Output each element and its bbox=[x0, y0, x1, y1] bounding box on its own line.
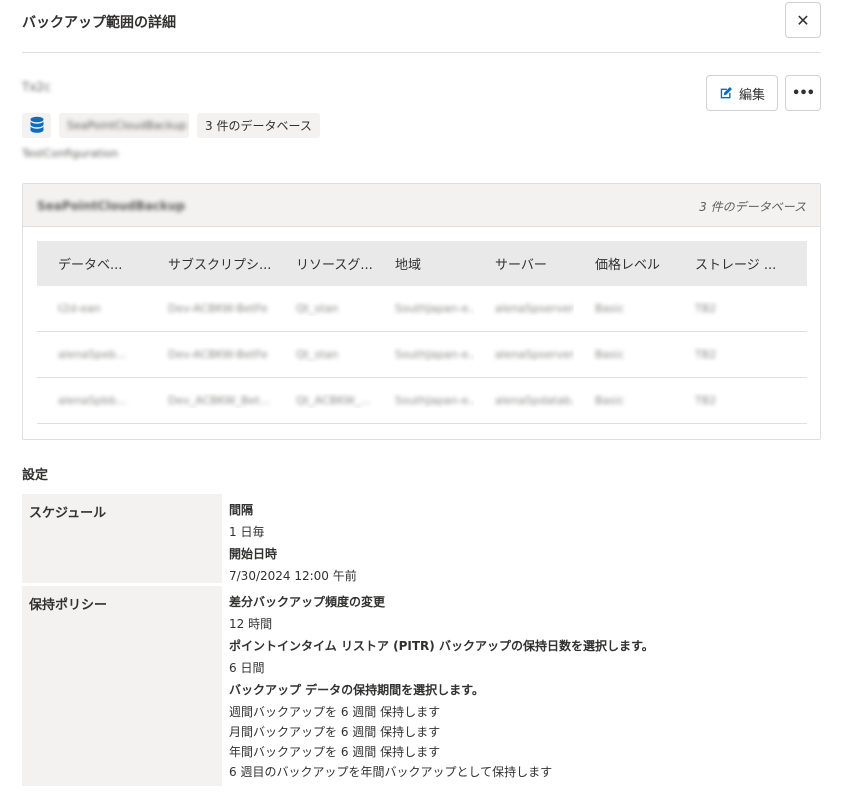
data-retention-label: バックアップ データの保持期間を選択します。 bbox=[229, 683, 484, 697]
yearly-retention: 年間バックアップを 6 週間 保持します bbox=[229, 745, 441, 759]
database-count-tag: 3 件のデータベース bbox=[197, 112, 320, 138]
table-cell: TB2 bbox=[695, 394, 717, 407]
ellipsis-icon: ••• bbox=[792, 85, 815, 101]
database-table: データベ... サブスクリプシ... リソースグ... 地域 サーバー 価格レベ… bbox=[37, 241, 807, 424]
server-name: SeaPointCloudBackup bbox=[37, 199, 186, 213]
database-count: 3 件のデータベース bbox=[699, 200, 806, 214]
schedule-label: スケジュール bbox=[22, 494, 222, 583]
table-cell: t2d-ean bbox=[58, 302, 101, 315]
column-header-subscription[interactable]: サブスクリプシ... bbox=[147, 254, 275, 273]
panel-title: バックアップ範囲の詳細 bbox=[22, 15, 176, 31]
table-cell: Basic bbox=[595, 394, 625, 407]
column-header-server[interactable]: サーバー bbox=[474, 254, 574, 273]
database-card: SeaPointCloudBackup 3 件のデータベース データベ... サ… bbox=[22, 183, 821, 440]
retention-label: 保持ポリシー bbox=[22, 586, 222, 786]
table-cell: Qt_ACBKW_... bbox=[296, 394, 371, 407]
column-header-database[interactable]: データベ... bbox=[37, 254, 147, 273]
pitr-label: ポイントインタイム リストア (PITR) バックアップの保持日数を選択します。 bbox=[229, 639, 654, 653]
table-cell: Basic bbox=[595, 348, 625, 361]
column-header-pricing-tier[interactable]: 価格レベル bbox=[574, 254, 674, 273]
database-card-header: SeaPointCloudBackup 3 件のデータベース bbox=[23, 184, 820, 227]
retention-row: 保持ポリシー 差分バックアップ頻度の変更 12 時間 ポイントインタイム リスト… bbox=[22, 586, 821, 786]
diff-frequency-value: 12 時間 bbox=[229, 617, 273, 631]
table-cell: SouthJapan-e... bbox=[395, 302, 474, 315]
table-cell: alenaSpbb... bbox=[58, 394, 127, 407]
table-cell: TB2 bbox=[695, 348, 717, 361]
close-button[interactable]: ✕ bbox=[785, 2, 821, 38]
table-cell: SouthJapan-e... bbox=[395, 394, 474, 407]
panel-header: バックアップ範囲の詳細 ✕ bbox=[22, 0, 821, 53]
table-cell: SouthJapan-e... bbox=[395, 348, 474, 361]
interval-label: 間隔 bbox=[229, 503, 254, 517]
more-options-button[interactable]: ••• bbox=[785, 75, 821, 111]
table-cell: TB2 bbox=[695, 302, 717, 315]
edit-button[interactable]: 編集 bbox=[706, 75, 778, 111]
close-icon: ✕ bbox=[796, 10, 810, 30]
table-row: t2d-ean Dev-ACBKW-BetFe Qt_stan SouthJap… bbox=[37, 286, 807, 332]
scope-tags: SeaPointCloudBackup 3 件のデータベース bbox=[22, 112, 320, 138]
schedule-row: スケジュール 間隔 1 日毎 開始日時 7/30/2024 12:00 午前 bbox=[22, 494, 821, 583]
week-of-year-retention: 6 週目のバックアップを年間バックアップとして保持します bbox=[229, 765, 553, 779]
diff-frequency-label: 差分バックアップ頻度の変更 bbox=[229, 595, 386, 609]
column-header-storage[interactable]: ストレージ ... bbox=[674, 254, 807, 273]
table-cell: Qt_stan bbox=[296, 348, 339, 361]
settings-section-title: 設定 bbox=[22, 468, 49, 483]
server-tag: SeaPointCloudBackup bbox=[59, 112, 189, 138]
table-cell: Dev-ACBKW-BetFe bbox=[168, 302, 268, 315]
table-row: alenaSpbb... Dev_ACBKW_Bet... Qt_ACBKW_.… bbox=[37, 378, 807, 424]
table-header: データベ... サブスクリプシ... リソースグ... 地域 サーバー 価格レベ… bbox=[37, 241, 807, 286]
table-row: alenaSpeb... Dev-ACBKW-BetFe Qt_stan Sou… bbox=[37, 332, 807, 378]
retention-values: 差分バックアップ頻度の変更 12 時間 ポイントインタイム リストア (PITR… bbox=[222, 586, 821, 786]
start-date-label: 開始日時 bbox=[229, 547, 278, 561]
table-cell: Dev_ACBKW_Bet... bbox=[168, 394, 271, 407]
scope-name: Tx2c bbox=[22, 80, 51, 94]
configuration-name: TestConfiguration bbox=[22, 147, 119, 160]
column-header-resource-group[interactable]: リソースグ... bbox=[275, 254, 374, 273]
interval-value: 1 日毎 bbox=[229, 525, 265, 539]
settings-table: スケジュール 間隔 1 日毎 開始日時 7/30/2024 12:00 午前 保… bbox=[22, 494, 821, 786]
monthly-retention: 月間バックアップを 6 週間 保持します bbox=[229, 725, 441, 739]
table-cell: alenaSpserver bbox=[495, 348, 574, 361]
pencil-square-icon bbox=[720, 87, 732, 99]
column-header-region[interactable]: 地域 bbox=[374, 254, 474, 273]
table-cell: alenaSpdatab... bbox=[495, 394, 574, 407]
table-cell: alenaSpeb... bbox=[58, 348, 127, 361]
table-cell: alenaSpserver bbox=[495, 302, 574, 315]
database-icon bbox=[22, 112, 51, 138]
table-cell: Basic bbox=[595, 302, 625, 315]
table-cell: Dev-ACBKW-BetFe bbox=[168, 348, 268, 361]
table-cell: Qt_stan bbox=[296, 302, 339, 315]
edit-label: 編集 bbox=[738, 87, 765, 103]
weekly-retention: 週間バックアップを 6 週間 保持します bbox=[229, 705, 441, 719]
schedule-values: 間隔 1 日毎 開始日時 7/30/2024 12:00 午前 bbox=[222, 494, 821, 583]
pitr-value: 6 日間 bbox=[229, 661, 265, 675]
